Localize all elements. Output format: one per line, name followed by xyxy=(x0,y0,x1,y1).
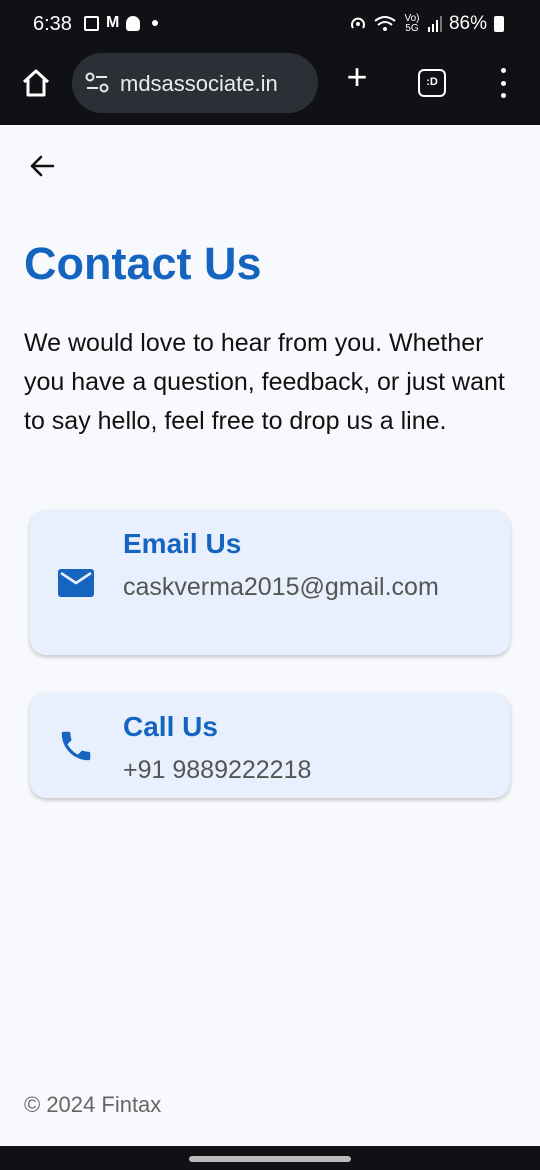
status-bar: 6:38 M Vo) 5G 86% xyxy=(0,0,540,50)
gallery-icon xyxy=(84,15,99,31)
new-tab-button[interactable]: + xyxy=(342,59,372,95)
call-card[interactable]: Call Us +91 9889222218 xyxy=(30,693,510,798)
hotspot-icon xyxy=(350,17,365,29)
browser-toolbar: mdsassociate.in + :D xyxy=(0,50,540,125)
gmail-icon: M xyxy=(106,14,120,31)
home-gesture-handle[interactable] xyxy=(189,1156,351,1162)
status-time: 6:38 xyxy=(33,13,72,35)
intro-text: We would love to hear from you. Whether … xyxy=(24,329,505,435)
battery-percent: 86% xyxy=(448,13,487,34)
email-card[interactable]: Email Us caskverma2015@gmail.com xyxy=(30,510,510,655)
phone-icon xyxy=(61,731,91,761)
battery-icon xyxy=(494,16,504,32)
more-notifications-icon xyxy=(152,20,159,26)
notification-icons: M xyxy=(84,14,159,31)
network-type: Vo) 5G xyxy=(404,13,420,34)
email-address[interactable]: caskverma2015@gmail.com xyxy=(123,568,463,607)
more-menu-button[interactable] xyxy=(498,68,508,98)
phone-number[interactable]: +91 9889222218 xyxy=(123,751,463,790)
signal-icon xyxy=(427,16,442,32)
back-arrow-icon[interactable] xyxy=(26,150,58,182)
email-heading: Email Us xyxy=(123,528,242,559)
snapchat-icon xyxy=(126,15,141,31)
page-title: Contact Us xyxy=(24,238,262,289)
home-icon[interactable] xyxy=(20,67,52,99)
footer-copyright: © 2024 Fintax xyxy=(24,1092,162,1117)
system-nav-bar xyxy=(0,1146,540,1170)
call-heading: Call Us xyxy=(123,711,218,742)
mail-icon xyxy=(58,569,94,597)
system-icons: Vo) 5G 86% xyxy=(349,13,504,35)
address-bar[interactable]: mdsassociate.in xyxy=(72,53,318,113)
tab-switcher-button[interactable]: :D xyxy=(418,69,446,97)
url-text: mdsassociate.in xyxy=(120,71,278,96)
wifi-icon xyxy=(374,16,396,31)
site-settings-icon[interactable] xyxy=(85,72,109,94)
